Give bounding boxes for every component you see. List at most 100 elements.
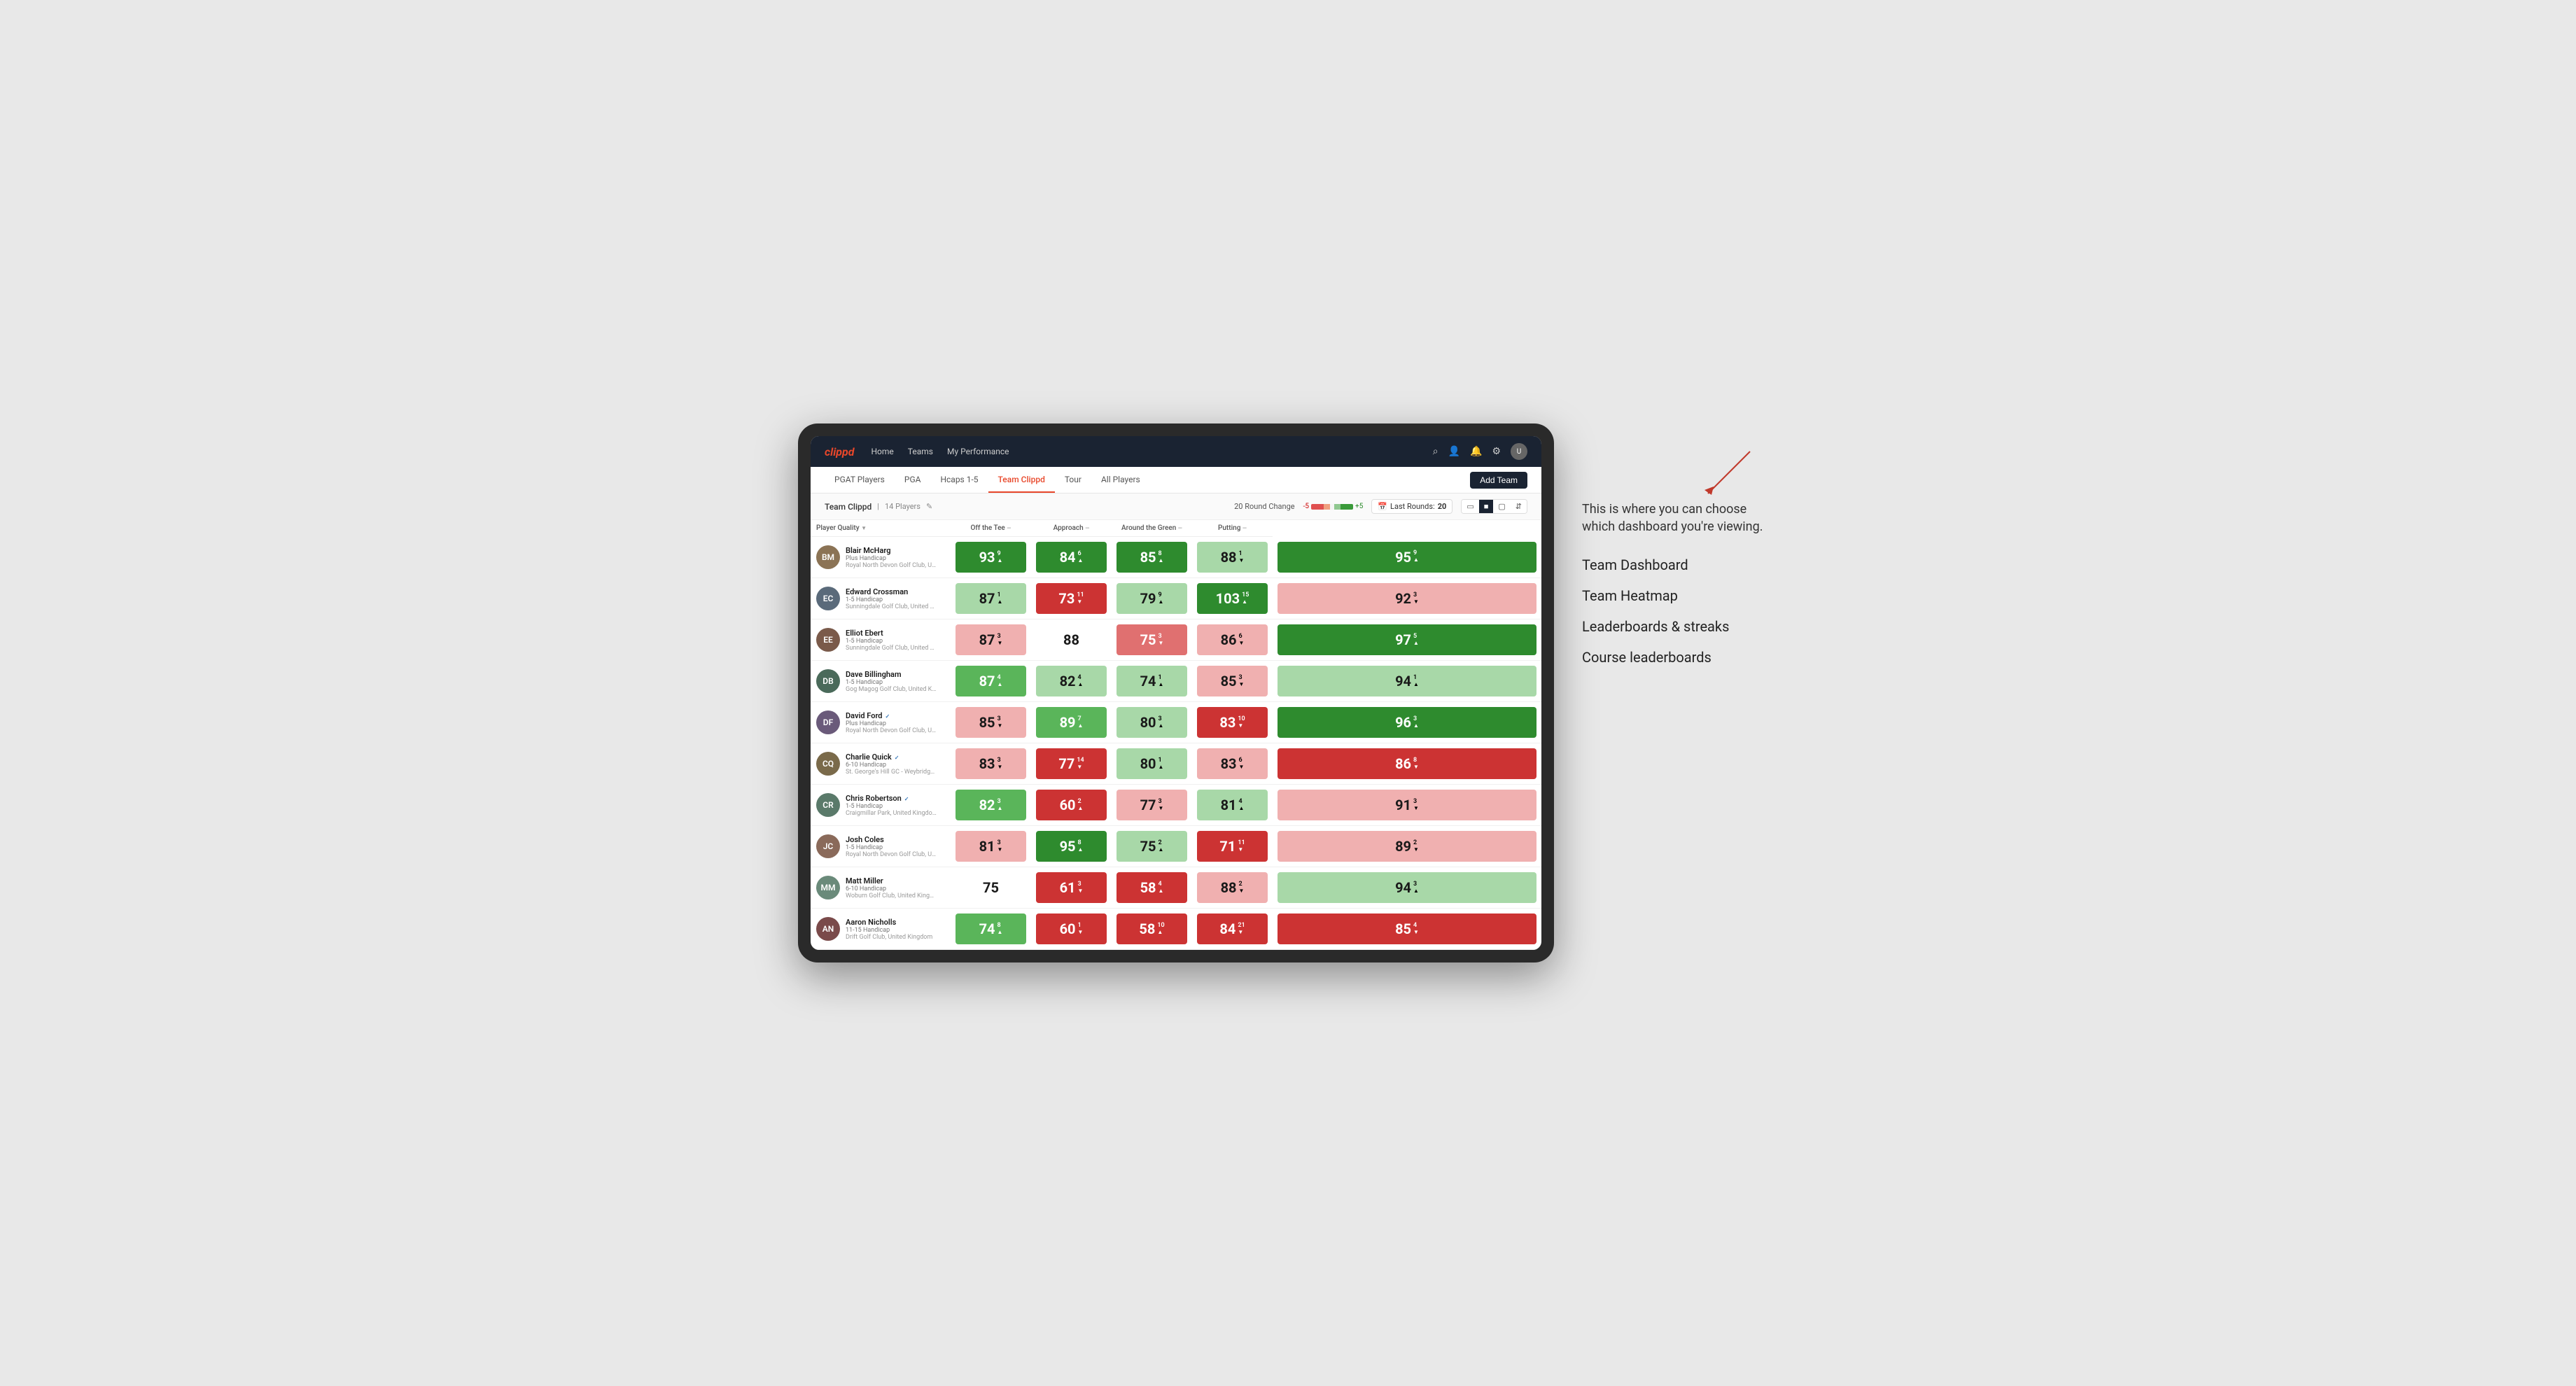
sort-arrow-putting[interactable]: — (1242, 525, 1247, 531)
table-row[interactable]: DFDavid Ford ✓Plus HandicapRoyal North D… (811, 702, 1541, 743)
score-putting-3: 941▲ (1273, 661, 1541, 702)
players-table: Player Quality ▼ Off the Tee — Approach … (811, 520, 1541, 950)
tab-pgat-players[interactable]: PGAT Players (825, 468, 895, 493)
score-offTee-7: 958▲ (1031, 826, 1112, 867)
search-icon[interactable]: ⌕ (1433, 446, 1438, 457)
score-change: 2▲ (1158, 840, 1164, 853)
view-heatmap-btn[interactable]: ■ (1479, 500, 1494, 513)
score-change: 2▼ (1239, 881, 1245, 895)
score-value: 93 (979, 549, 995, 566)
score-change: 11▼ (1238, 840, 1245, 853)
score-value: 60 (1060, 797, 1076, 813)
verified-icon: ✓ (893, 755, 899, 761)
team-name: Team Clippd (825, 502, 872, 512)
sort-arrow-aroundgreen[interactable]: — (1178, 525, 1182, 531)
score-approach-9: 5810▲ (1112, 909, 1192, 950)
player-club: St. George's Hill GC - Weybridge, Surrey… (846, 769, 937, 776)
tab-tour[interactable]: Tour (1055, 468, 1091, 493)
table-row[interactable]: ECEdward Crossman1-5 HandicapSunningdale… (811, 578, 1541, 620)
tab-all-players[interactable]: All Players (1091, 468, 1150, 493)
bell-icon[interactable]: 🔔 (1470, 446, 1482, 457)
score-playerQuality-2: 873▼ (951, 620, 1031, 661)
table-row[interactable]: ANAaron Nicholls11-15 HandicapDrift Golf… (811, 909, 1541, 950)
nav-icons: ⌕ 👤 🔔 ⚙ U (1433, 443, 1527, 460)
score-approach-2: 753▼ (1112, 620, 1192, 661)
score-putting-1: 923▼ (1273, 578, 1541, 620)
player-name: Josh Coles (846, 835, 937, 844)
score-change: 21▼ (1238, 923, 1245, 936)
player-club: Sunningdale Golf Club, United Kingdom (846, 645, 937, 652)
team-bar-right: 20 Round Change -5 +5 📅 (1234, 499, 1527, 514)
score-change: 9▲ (997, 551, 1003, 564)
score-change: 3▼ (1413, 592, 1419, 606)
person-icon[interactable]: 👤 (1448, 446, 1460, 457)
dashboard-option-0: Team Dashboard (1582, 556, 1778, 573)
view-export-btn[interactable]: ⇵ (1511, 500, 1527, 513)
score-change: 7▲ (1078, 716, 1084, 729)
table-row[interactable]: BMBlair McHargPlus HandicapRoyal North D… (811, 537, 1541, 578)
score-change: 1▲ (1413, 675, 1419, 688)
score-value: 103 (1216, 590, 1240, 607)
sort-arrow-approach[interactable]: — (1085, 525, 1089, 531)
player-handicap: 1-5 Handicap (846, 638, 937, 645)
sub-nav: PGAT Players PGA Hcaps 1-5 Team Clippd T… (811, 467, 1541, 493)
last-rounds-icon: 📅 (1378, 502, 1387, 511)
player-name: David Ford ✓ (846, 711, 937, 720)
table-row[interactable]: JCJosh Coles1-5 HandicapRoyal North Devo… (811, 826, 1541, 867)
score-value: 89 (1395, 838, 1411, 855)
player-handicap: 1-5 Handicap (846, 596, 937, 603)
tab-hcaps[interactable]: Hcaps 1-5 (930, 468, 988, 493)
score-value: 81 (1221, 797, 1237, 813)
team-separator: | (877, 502, 879, 511)
score-playerQuality-4: 853▼ (951, 702, 1031, 743)
data-table: Player Quality ▼ Off the Tee — Approach … (811, 520, 1541, 950)
avatar[interactable]: U (1511, 443, 1527, 460)
team-bar: Team Clippd | 14 Players ✎ 20 Round Chan… (811, 493, 1541, 520)
tab-team-clippd[interactable]: Team Clippd (988, 468, 1055, 493)
score-playerQuality-1: 871▲ (951, 578, 1031, 620)
score-value: 84 (1060, 549, 1076, 566)
sort-arrow-player[interactable]: ▼ (861, 525, 867, 531)
table-row[interactable]: CRChris Robertson ✓1-5 HandicapCraigmill… (811, 785, 1541, 826)
nav-bar: clippd Home Teams My Performance ⌕ 👤 🔔 ⚙… (811, 436, 1541, 467)
nav-my-performance[interactable]: My Performance (947, 444, 1009, 459)
add-team-button[interactable]: Add Team (1470, 472, 1527, 489)
col-header-off-tee: Off the Tee — (951, 520, 1031, 537)
table-row[interactable]: EEElliot Ebert1-5 HandicapSunningdale Go… (811, 620, 1541, 661)
score-playerQuality-8: 75 (951, 867, 1031, 909)
tab-pga[interactable]: PGA (895, 468, 931, 493)
score-value: 91 (1395, 797, 1411, 813)
table-row[interactable]: CQCharlie Quick ✓6-10 HandicapSt. George… (811, 743, 1541, 785)
score-offTee-4: 897▲ (1031, 702, 1112, 743)
player-club: Craigmillar Park, United Kingdom (846, 810, 937, 817)
score-change: 8▼ (1413, 757, 1419, 771)
player-name: Elliot Ebert (846, 629, 937, 638)
view-list-btn[interactable]: ▢ (1493, 500, 1510, 513)
score-offTee-9: 601▼ (1031, 909, 1112, 950)
score-change: 3▲ (1158, 716, 1164, 729)
player-cell-0: BMBlair McHargPlus HandicapRoyal North D… (811, 537, 951, 578)
score-change: 8▲ (997, 923, 1003, 936)
view-grid-btn[interactable]: ▭ (1462, 500, 1478, 513)
score-change: 15▲ (1242, 592, 1249, 606)
table-row[interactable]: MMMatt Miller6-10 HandicapWoburn Golf Cl… (811, 867, 1541, 909)
view-toggle: ▭ ■ ▢ ⇵ (1461, 499, 1527, 514)
score-putting-7: 892▼ (1273, 826, 1541, 867)
avatar: EC (816, 587, 840, 610)
last-rounds-button[interactable]: 📅 Last Rounds: 20 (1371, 499, 1452, 514)
player-handicap: Plus Handicap (846, 555, 937, 562)
table-row[interactable]: DBDave Billingham1-5 HandicapGog Magog G… (811, 661, 1541, 702)
score-change: 11▼ (1077, 592, 1084, 606)
nav-teams[interactable]: Teams (908, 444, 933, 459)
nav-home[interactable]: Home (872, 444, 894, 459)
tablet-screen: clippd Home Teams My Performance ⌕ 👤 🔔 ⚙… (811, 436, 1541, 950)
score-change: 1▼ (1239, 551, 1245, 564)
score-change: 8▲ (1078, 840, 1084, 853)
player-cell-5: CQCharlie Quick ✓6-10 HandicapSt. George… (811, 743, 951, 785)
sort-arrow-offtee[interactable]: — (1007, 525, 1011, 531)
score-playerQuality-7: 813▼ (951, 826, 1031, 867)
score-value: 71 (1219, 838, 1236, 855)
settings-icon[interactable]: ⚙ (1492, 446, 1501, 457)
score-value: 77 (1140, 797, 1156, 813)
edit-icon[interactable]: ✎ (926, 502, 932, 511)
